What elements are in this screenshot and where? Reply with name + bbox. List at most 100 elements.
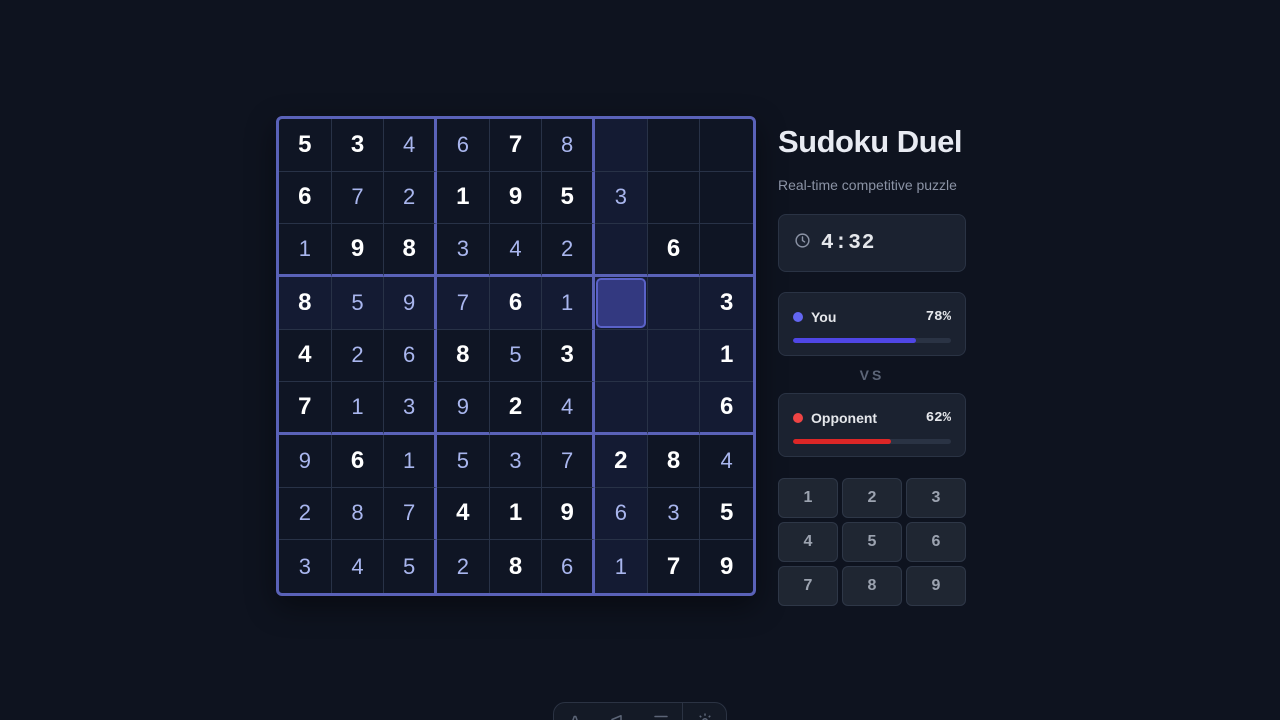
sudoku-cell-r8c5[interactable]: 1 xyxy=(489,487,543,541)
sudoku-cell-r8c1[interactable]: 2 xyxy=(279,487,332,541)
sudoku-cell-r7c8[interactable]: 8 xyxy=(647,435,701,488)
sudoku-cell-r8c9[interactable]: 5 xyxy=(700,488,753,541)
sudoku-cell-r7c2[interactable]: 6 xyxy=(331,435,385,488)
sudoku-cell-r1c3[interactable]: 4 xyxy=(384,119,437,172)
sudoku-cell-r4c3[interactable]: 9 xyxy=(384,277,437,330)
sudoku-cell-r8c3[interactable]: 7 xyxy=(384,487,437,541)
sudoku-cell-r4c1[interactable]: 8 xyxy=(279,277,332,330)
sudoku-cell-r9c1[interactable]: 3 xyxy=(279,540,332,593)
sudoku-cell-r5c5[interactable]: 5 xyxy=(489,329,543,383)
sudoku-cell-r6c4[interactable]: 9 xyxy=(437,382,490,435)
sudoku-cell-r5c3[interactable]: 6 xyxy=(384,329,437,383)
sudoku-cell-r8c7[interactable]: 6 xyxy=(595,487,648,541)
player-opponent-progress-fill xyxy=(793,439,891,444)
sudoku-cell-r6c1[interactable]: 7 xyxy=(279,382,332,435)
sudoku-cell-r8c6[interactable]: 9 xyxy=(542,487,595,541)
sudoku-cell-r5c8[interactable] xyxy=(647,329,701,383)
sudoku-cell-r7c7[interactable]: 2 xyxy=(595,435,648,488)
sudoku-cell-r3c2[interactable]: 9 xyxy=(331,224,385,277)
sudoku-cell-r4c2[interactable]: 5 xyxy=(331,277,385,330)
gear-icon xyxy=(696,712,714,720)
sudoku-cell-r3c7[interactable] xyxy=(595,224,648,277)
sudoku-cell-r1c6[interactable]: 8 xyxy=(542,119,595,172)
sudoku-cell-r2c2[interactable]: 7 xyxy=(331,171,385,225)
sudoku-cell-r9c4[interactable]: 2 xyxy=(437,540,490,593)
numpad-key-4[interactable]: 4 xyxy=(778,522,838,562)
sudoku-cell-r2c5[interactable]: 9 xyxy=(489,171,543,225)
sudoku-cell-r3c4[interactable]: 3 xyxy=(437,224,490,277)
sudoku-cell-r4c8[interactable] xyxy=(647,277,701,330)
sudoku-cell-r6c8[interactable] xyxy=(647,382,701,435)
sudoku-cell-r9c5[interactable]: 8 xyxy=(490,540,543,593)
sudoku-cell-r6c5[interactable]: 2 xyxy=(489,382,543,435)
sudoku-cell-r1c7[interactable] xyxy=(595,119,648,172)
sudoku-cell-r7c5[interactable]: 3 xyxy=(489,435,543,488)
sudoku-cell-r3c9[interactable] xyxy=(700,224,753,277)
sudoku-cell-r5c7[interactable] xyxy=(595,329,648,383)
sudoku-cell-r3c8[interactable]: 6 xyxy=(647,224,701,277)
sudoku-cell-r5c6[interactable]: 3 xyxy=(542,329,595,383)
sudoku-cell-r8c2[interactable]: 8 xyxy=(331,487,385,541)
sudoku-cell-r5c9[interactable]: 1 xyxy=(700,329,753,383)
sudoku-cell-r4c7[interactable] xyxy=(595,277,648,330)
number-pad: 1 2 3 4 5 6 7 8 9 xyxy=(778,478,966,606)
numpad-key-7[interactable]: 7 xyxy=(778,566,838,606)
sudoku-cell-r2c6[interactable]: 5 xyxy=(542,171,595,225)
game-subtitle: Real-time competitive puzzle xyxy=(778,177,957,193)
sudoku-cell-r9c3[interactable]: 5 xyxy=(384,540,437,593)
player-you-card: You 78% xyxy=(778,292,966,356)
numpad-key-9[interactable]: 9 xyxy=(906,566,966,606)
sudoku-cell-r6c7[interactable] xyxy=(595,382,648,435)
sudoku-cell-r8c4[interactable]: 4 xyxy=(437,487,490,541)
sudoku-cell-r1c9[interactable] xyxy=(700,119,753,172)
menu-button[interactable] xyxy=(640,712,683,720)
sudoku-cell-r2c3[interactable]: 2 xyxy=(384,171,437,225)
sudoku-cell-r1c5[interactable]: 7 xyxy=(489,119,543,172)
numpad-key-2[interactable]: 2 xyxy=(842,478,902,518)
sudoku-cell-r6c3[interactable]: 3 xyxy=(384,382,437,435)
numpad-key-3[interactable]: 3 xyxy=(906,478,966,518)
numpad-key-1[interactable]: 1 xyxy=(778,478,838,518)
timer-value: 4:32 xyxy=(821,231,876,255)
sudoku-cell-r7c9[interactable]: 4 xyxy=(700,435,753,488)
sudoku-cell-r6c6[interactable]: 4 xyxy=(542,382,595,435)
sudoku-cell-r5c4[interactable]: 8 xyxy=(437,329,490,383)
megaphone-button[interactable] xyxy=(597,712,640,720)
sudoku-cell-r9c6[interactable]: 6 xyxy=(542,540,595,593)
pen-button[interactable] xyxy=(554,712,597,720)
sudoku-cell-r4c4[interactable]: 7 xyxy=(437,277,490,330)
sudoku-cell-r8c8[interactable]: 3 xyxy=(647,487,701,541)
settings-button[interactable] xyxy=(683,712,726,720)
sudoku-cell-r7c6[interactable]: 7 xyxy=(542,435,595,488)
sudoku-cell-r2c8[interactable] xyxy=(647,171,701,225)
sudoku-cell-r3c6[interactable]: 2 xyxy=(542,224,595,277)
sudoku-cell-r2c4[interactable]: 1 xyxy=(437,171,490,225)
sudoku-cell-r3c3[interactable]: 8 xyxy=(384,224,437,277)
sudoku-cell-r3c5[interactable]: 4 xyxy=(489,224,543,277)
sudoku-cell-r7c1[interactable]: 9 xyxy=(279,435,332,488)
sudoku-cell-r2c1[interactable]: 6 xyxy=(279,171,332,225)
sudoku-cell-r1c8[interactable] xyxy=(647,119,701,172)
sudoku-cell-r7c4[interactable]: 5 xyxy=(437,435,490,488)
sudoku-cell-r4c6[interactable]: 1 xyxy=(542,277,595,330)
sudoku-cell-r6c2[interactable]: 1 xyxy=(331,382,385,435)
sudoku-cell-r9c7[interactable]: 1 xyxy=(595,540,648,593)
sudoku-cell-r4c5[interactable]: 6 xyxy=(489,277,543,330)
sudoku-cell-r7c3[interactable]: 1 xyxy=(384,435,437,488)
sudoku-cell-r4c9[interactable]: 3 xyxy=(700,277,753,330)
sudoku-cell-r9c8[interactable]: 7 xyxy=(648,540,701,593)
sudoku-cell-r9c2[interactable]: 4 xyxy=(332,540,385,593)
sudoku-cell-r1c1[interactable]: 5 xyxy=(279,119,332,172)
numpad-key-5[interactable]: 5 xyxy=(842,522,902,562)
numpad-key-8[interactable]: 8 xyxy=(842,566,902,606)
sudoku-cell-r2c7[interactable]: 3 xyxy=(595,171,648,225)
sudoku-cell-r9c9[interactable]: 9 xyxy=(700,540,753,593)
sudoku-cell-r5c1[interactable]: 4 xyxy=(279,329,332,383)
sudoku-cell-r1c2[interactable]: 3 xyxy=(331,119,385,172)
sudoku-cell-r1c4[interactable]: 6 xyxy=(437,119,490,172)
numpad-key-6[interactable]: 6 xyxy=(906,522,966,562)
sudoku-cell-r6c9[interactable]: 6 xyxy=(700,382,753,435)
sudoku-cell-r2c9[interactable] xyxy=(700,172,753,225)
sudoku-cell-r5c2[interactable]: 2 xyxy=(331,329,385,383)
sudoku-cell-r3c1[interactable]: 1 xyxy=(279,224,332,277)
